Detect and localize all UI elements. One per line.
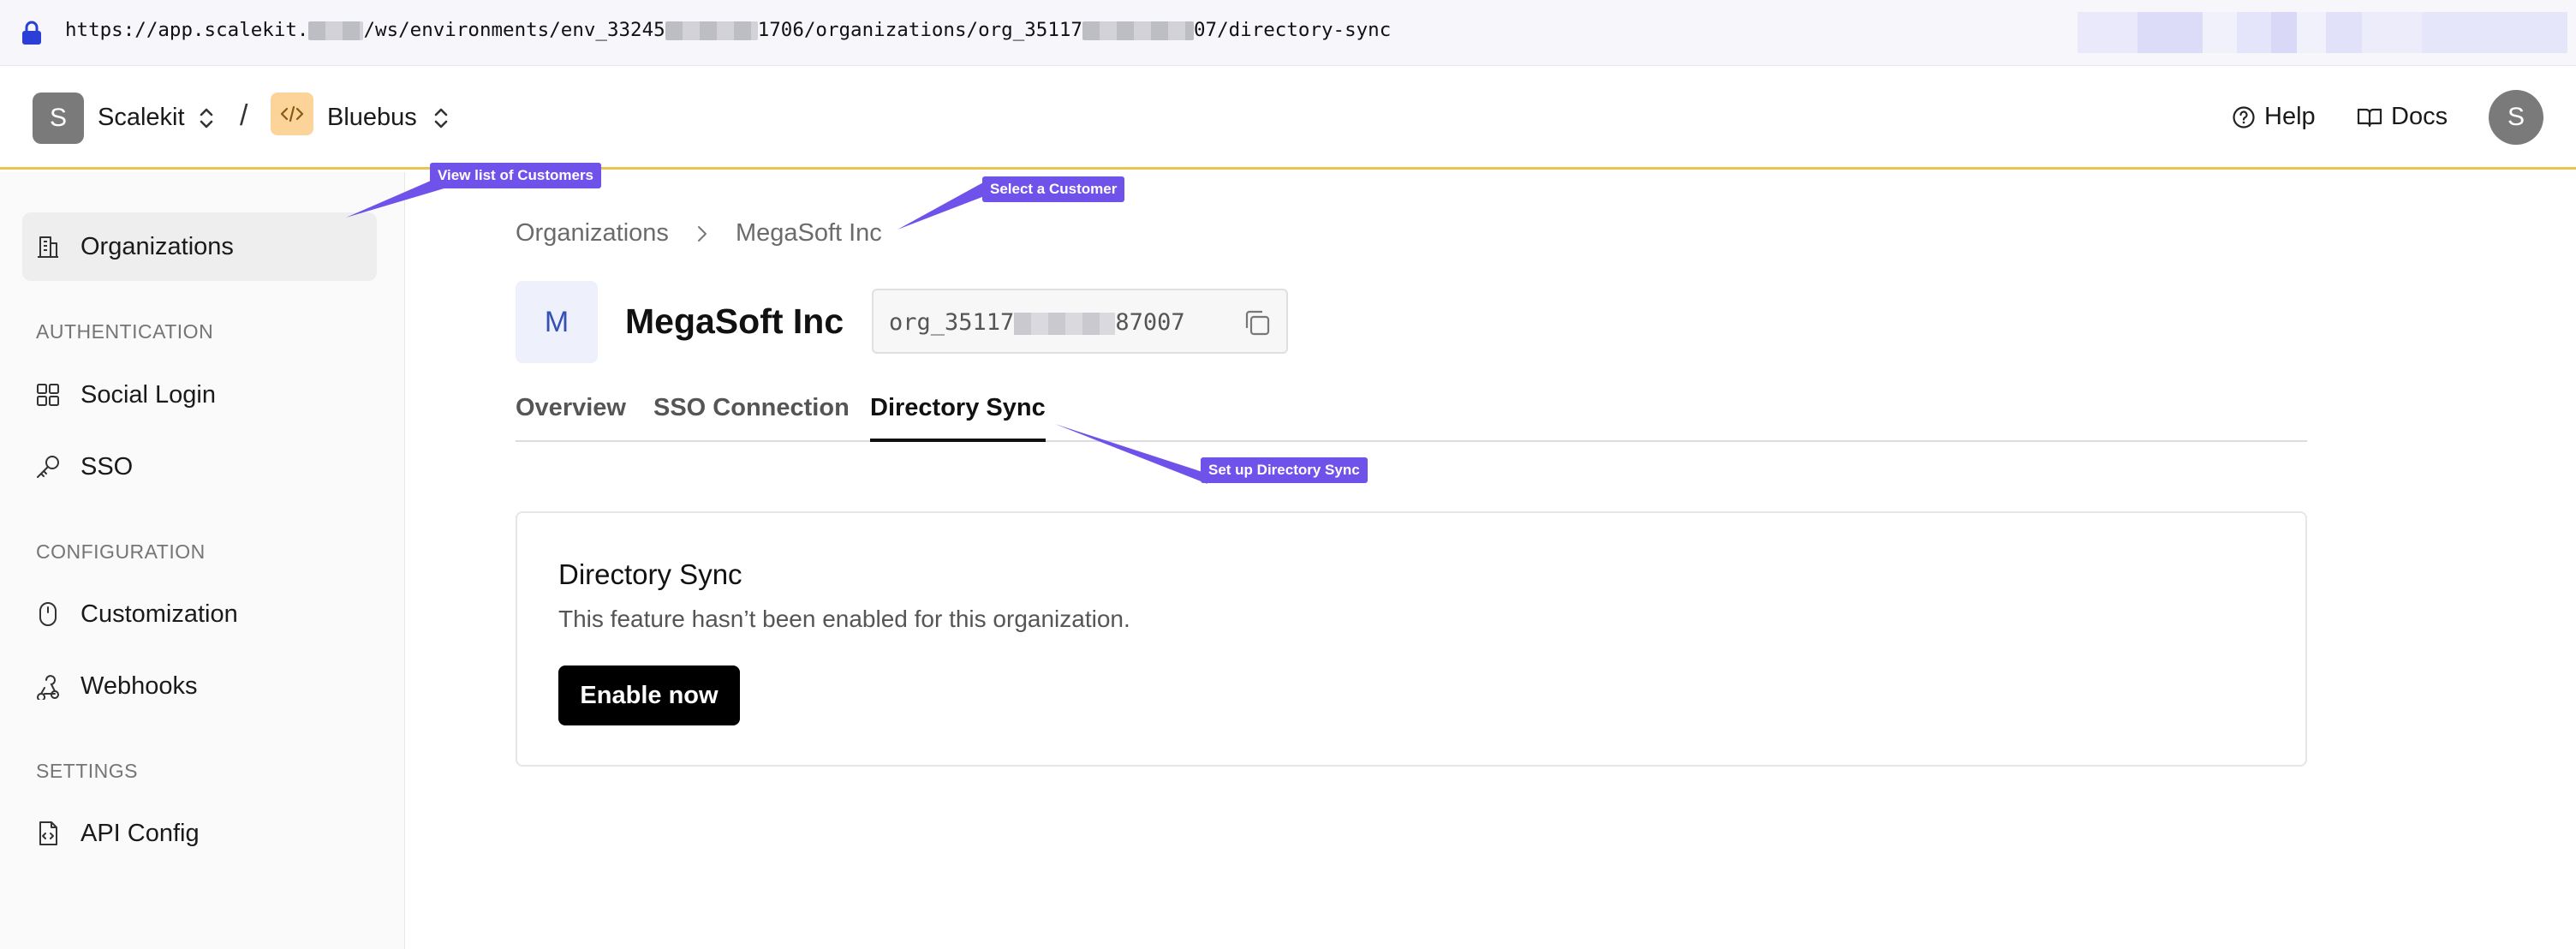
help-icon (2233, 105, 2255, 128)
sidebar-item-api-config[interactable]: API Config (22, 799, 377, 868)
sidebar-item-social-login[interactable]: Social Login (22, 361, 377, 429)
card-description: This feature hasn’t been enabled for thi… (558, 606, 1130, 632)
page-title: MegaSoft Inc (625, 301, 844, 341)
sidebar-item-label: Organizations (80, 232, 234, 260)
sidebar-item-label: Customization (80, 600, 238, 628)
url-segment: /ws/environments/env_33245 (363, 19, 665, 41)
org-id-text: org_35117 87007 (889, 309, 1185, 336)
org-id-prefix: org_35117 (889, 309, 1015, 336)
section-authentication: AUTHENTICATION (36, 320, 214, 343)
webhook-icon (33, 671, 63, 701)
workspace-switcher[interactable]: Scalekit (98, 104, 185, 132)
breadcrumb-separator: / (240, 99, 248, 132)
org-id-suffix: 87007 (1115, 309, 1185, 336)
file-code-icon (33, 818, 63, 849)
help-label: Help (2264, 103, 2316, 130)
redacted-toolbar (2078, 12, 2567, 53)
book-icon (2357, 108, 2382, 127)
url-text[interactable]: https://app.scalekit. /ws/environments/en… (65, 19, 1391, 41)
mouse-icon (33, 599, 63, 630)
sidebar-item-customization[interactable]: Customization (22, 580, 377, 648)
callout-setup-directory-sync: Set up Directory Sync (1201, 457, 1368, 483)
sidebar-item-label: SSO (80, 452, 134, 480)
redacted-segment (1082, 21, 1194, 40)
url-segment: https://app.scalekit. (65, 19, 309, 41)
lock-icon (22, 21, 41, 45)
breadcrumb-current: MegaSoft Inc (735, 219, 882, 247)
chevron-up-down-icon[interactable] (432, 104, 450, 133)
section-configuration: CONFIGURATION (36, 540, 206, 563)
breadcrumb: Organizations MegaSoft Inc (516, 219, 882, 248)
copy-icon[interactable] (1240, 306, 1274, 340)
browser-address-bar[interactable]: https://app.scalekit. /ws/environments/en… (0, 0, 2576, 66)
tab-overview[interactable]: Overview (516, 394, 626, 442)
callout-select-customer: Select a Customer (982, 176, 1125, 202)
tab-directory-sync[interactable]: Directory Sync (870, 394, 1046, 442)
sidebar: Organizations AUTHENTICATION Social Logi… (0, 172, 405, 949)
redacted-segment (665, 21, 758, 40)
breadcrumb-organizations[interactable]: Organizations (516, 219, 669, 248)
grid-icon (33, 379, 63, 410)
redacted-segment (308, 21, 364, 40)
tab-sso-connection[interactable]: SSO Connection (653, 394, 850, 442)
org-avatar: M (516, 281, 598, 363)
chevron-right-icon (697, 225, 707, 242)
url-segment: 07/directory-sync (1193, 19, 1392, 41)
card-title: Directory Sync (558, 558, 742, 590)
code-icon (271, 93, 313, 135)
enable-now-button[interactable]: Enable now (558, 665, 740, 725)
sidebar-item-sso[interactable]: SSO (22, 433, 377, 501)
tab-bar: Overview SSO Connection Directory Sync (516, 391, 2307, 442)
callout-view-customers: View list of Customers (430, 163, 602, 188)
url-segment: 1706/organizations/org_35117 (757, 19, 1082, 41)
sidebar-item-organizations[interactable]: Organizations (22, 212, 377, 281)
workspace-avatar[interactable]: S (33, 93, 84, 144)
environment-switcher[interactable]: Bluebus (327, 104, 417, 132)
section-settings: SETTINGS (36, 760, 139, 782)
help-link[interactable]: Help (2232, 103, 2316, 131)
sidebar-item-label: Webhooks (80, 671, 198, 700)
top-navigation: S Scalekit / Bluebus Help Docs S (0, 67, 2576, 170)
sidebar-item-webhooks[interactable]: Webhooks (22, 652, 377, 720)
redacted-segment (1014, 312, 1116, 335)
org-id-field[interactable]: org_35117 87007 (872, 289, 1288, 354)
key-icon (33, 451, 63, 482)
directory-sync-card: Directory Sync This feature hasn’t been … (516, 511, 2307, 767)
user-avatar[interactable]: S (2489, 90, 2543, 145)
building-icon (33, 231, 63, 262)
chevron-up-down-icon[interactable] (197, 104, 216, 133)
sidebar-item-label: API Config (80, 819, 200, 847)
docs-label: Docs (2391, 103, 2448, 130)
sidebar-item-label: Social Login (80, 380, 216, 409)
docs-link[interactable]: Docs (2357, 103, 2448, 131)
